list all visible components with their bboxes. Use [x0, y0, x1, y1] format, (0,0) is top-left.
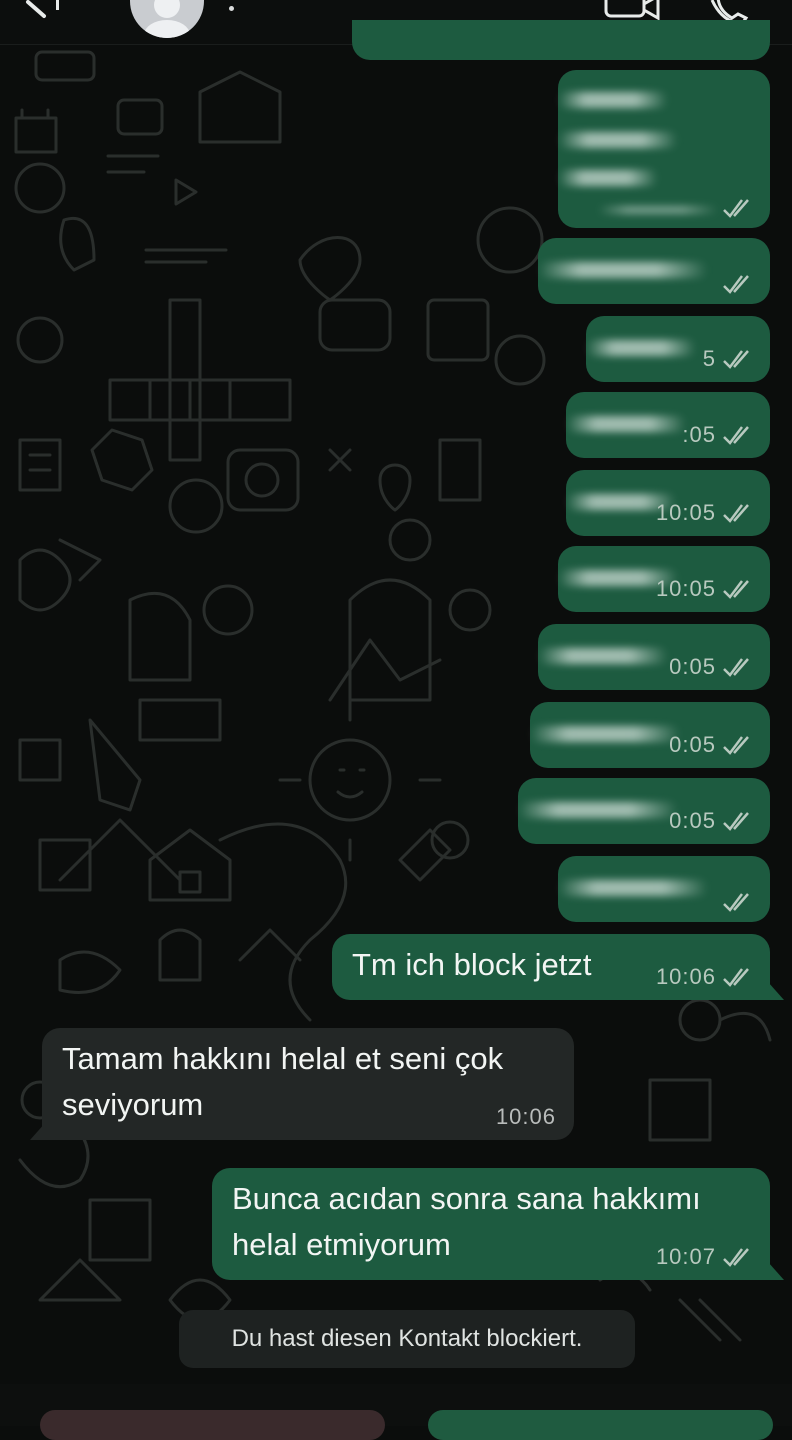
- message-bubble-incoming[interactable]: Tamam hakkını helal et seni çok seviyoru…: [42, 1028, 574, 1140]
- double-check-icon: [723, 812, 749, 831]
- double-check-icon: [723, 893, 749, 912]
- message-meta: 10:06: [495, 1104, 556, 1129]
- message-meta: 10:05: [656, 500, 752, 526]
- message-meta: [716, 892, 752, 912]
- back-arrow-icon[interactable]: [22, 0, 62, 20]
- message-bubble-outgoing[interactable]: 5: [586, 316, 770, 382]
- message-bubble-outgoing[interactable]: :05: [566, 392, 770, 458]
- message-bubble-outgoing[interactable]: [352, 20, 770, 60]
- message-meta: [716, 198, 752, 218]
- double-check-icon: [723, 426, 749, 445]
- message-meta: 10:06: [656, 964, 752, 990]
- message-bubble-outgoing[interactable]: 10:05: [566, 470, 770, 536]
- unblock-button[interactable]: [428, 1410, 773, 1440]
- double-check-icon: [723, 1248, 749, 1267]
- message-meta: 0:05: [669, 808, 752, 834]
- bubble-tail: [768, 1262, 784, 1280]
- double-check-icon: [723, 350, 749, 369]
- message-bubble-outgoing[interactable]: 0:05: [538, 624, 770, 690]
- delete-chat-button[interactable]: [40, 1410, 385, 1440]
- message-bubble-outgoing[interactable]: 0:05: [518, 778, 770, 844]
- contact-avatar[interactable]: [130, 0, 204, 38]
- double-check-icon: [723, 199, 749, 218]
- bubble-tail: [768, 982, 784, 1000]
- message-meta: :05: [682, 422, 752, 448]
- bubble-tail: [30, 1122, 46, 1140]
- message-bubble-outgoing[interactable]: [558, 70, 770, 228]
- message-bubble-outgoing[interactable]: Bunca acıdan sonra sana hakkımı helal et…: [212, 1168, 770, 1280]
- message-meta: 0:05: [669, 732, 752, 758]
- message-bubble-outgoing[interactable]: 0:05: [530, 702, 770, 768]
- double-check-icon: [723, 275, 749, 294]
- double-check-icon: [723, 504, 749, 523]
- message-meta: 5: [703, 346, 752, 372]
- message-meta: [716, 274, 752, 294]
- message-meta: 0:05: [669, 654, 752, 680]
- message-text: Tm ich block jetzt: [352, 947, 592, 982]
- double-check-icon: [723, 580, 749, 599]
- double-check-icon: [723, 736, 749, 755]
- message-bubble-outgoing[interactable]: 10:05: [558, 546, 770, 612]
- menu-dot: [229, 6, 234, 11]
- double-check-icon: [723, 968, 749, 987]
- message-meta: 10:07: [656, 1244, 752, 1270]
- message-text-line1: Bunca acıdan sonra sana hakkımı: [232, 1181, 701, 1216]
- message-bubble-outgoing[interactable]: Tm ich block jetzt 10:06: [332, 934, 770, 1000]
- double-check-icon: [723, 658, 749, 677]
- blocked-contact-notice: Du hast diesen Kontakt blockiert.: [179, 1310, 635, 1368]
- message-text-line2: helal etmiyorum: [232, 1227, 451, 1262]
- message-bubble-outgoing[interactable]: [558, 856, 770, 922]
- message-bubble-outgoing[interactable]: [538, 238, 770, 304]
- message-meta: 10:05: [656, 576, 752, 602]
- message-text-line2: seviyorum: [62, 1087, 204, 1122]
- message-text-line1: Tamam hakkını helal et seni çok: [62, 1041, 504, 1076]
- video-call-icon[interactable]: [602, 0, 662, 22]
